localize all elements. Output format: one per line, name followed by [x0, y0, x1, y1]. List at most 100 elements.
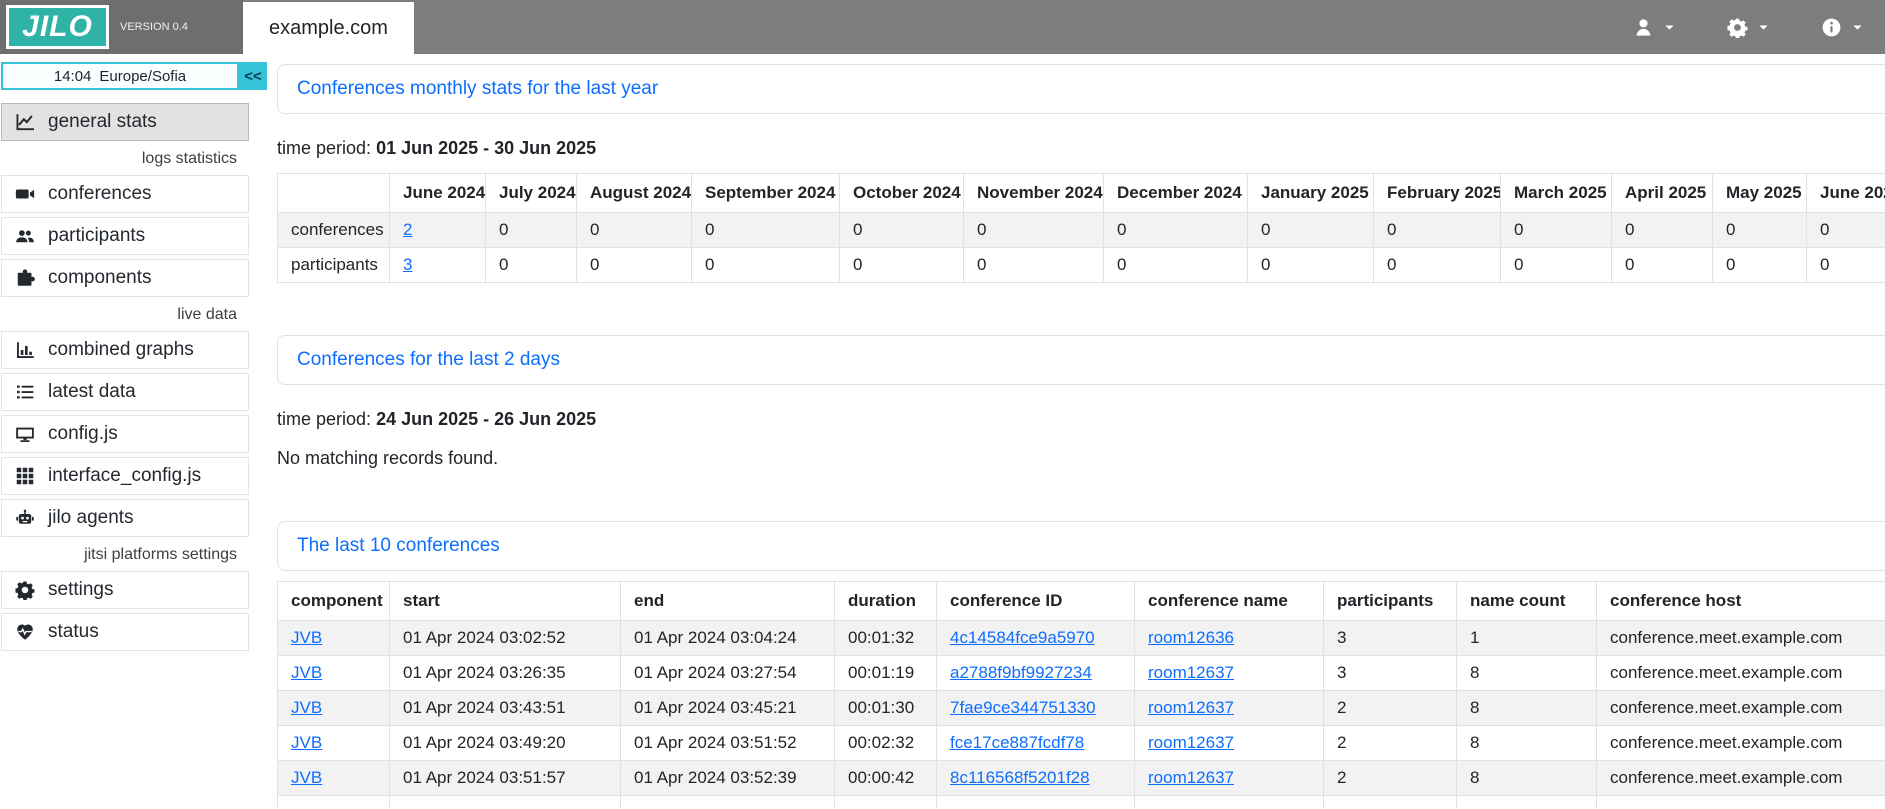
monthly-cell: 0 [1713, 213, 1807, 248]
conference-id-link[interactable]: a2788f9bf9927234 [950, 663, 1092, 682]
last2days-time-period-value: 24 Jun 2025 - 26 Jun 2025 [376, 409, 596, 429]
sidebar-collapse-button[interactable]: << [239, 62, 267, 90]
sidebar-item-label: general stats [48, 111, 157, 133]
conference-id-link[interactable]: fce17ce887fcdf78 [950, 733, 1084, 752]
sidebar-item-participants[interactable]: participants [1, 217, 249, 255]
sidebar: 14:04 Europe/Sofia << general statslogs … [0, 54, 270, 655]
last10-cell [390, 796, 621, 809]
last10-cell: conference.meet.example.com [1597, 621, 1885, 656]
conference-id-link[interactable]: 4c14584fce9a5970 [950, 628, 1095, 647]
sidebar-item-jilo-agents[interactable]: jilo agents [1, 499, 249, 537]
conference-name-link[interactable]: room12637 [1148, 663, 1234, 682]
sidebar-item-settings[interactable]: settings [1, 571, 249, 609]
component-link[interactable]: JVB [291, 663, 322, 682]
last10-cell: 8c116568f5201f28 [937, 761, 1135, 796]
chevron-down-icon [1852, 22, 1863, 33]
last10-cell: 01 Apr 2024 03:51:57 [390, 761, 621, 796]
monthly-row-participants: participants3000000000000 [278, 248, 1885, 283]
last10-cell: 4c14584fce9a5970 [937, 621, 1135, 656]
sidebar-group: conferences participants components [0, 175, 270, 297]
sidebar-item-label: components [48, 267, 152, 289]
monitor-icon [15, 424, 35, 444]
last10-row: JVB01 Apr 2024 03:51:5701 Apr 2024 03:52… [278, 761, 1885, 796]
monthly-cell: 0 [692, 248, 840, 283]
chevron-down-icon [1758, 22, 1769, 33]
last10-cell [1457, 796, 1597, 809]
monthly-cell: 0 [1104, 213, 1248, 248]
monthly-time-period: time period: 01 Jun 2025 - 30 Jun 2025 [277, 138, 1885, 159]
monthly-cell: 0 [1612, 248, 1713, 283]
sidebar-item-label: combined graphs [48, 339, 194, 361]
sidebar-section-label-jitsi-platforms-settings: jitsi platforms settings [0, 541, 249, 571]
conference-id-link[interactable]: 7fae9ce344751330 [950, 698, 1096, 717]
last10-cell: 2 [1324, 691, 1457, 726]
monthly-cell: 0 [577, 248, 692, 283]
monthly-col-header: January 2025 [1248, 174, 1374, 213]
sidebar-item-latest-data[interactable]: latest data [1, 373, 249, 411]
component-link[interactable]: JVB [291, 768, 322, 787]
jilo-logo[interactable]: JILO [6, 5, 109, 49]
last10-cell: conference.meet.example.com [1597, 656, 1885, 691]
monthly-row-label: participants [278, 248, 390, 283]
last10-cell: room12636 [1135, 621, 1324, 656]
last10-cell [1597, 796, 1885, 809]
last10-conferences-table: componentstartenddurationconference IDco… [277, 581, 1885, 809]
monthly-cell: 0 [577, 213, 692, 248]
gear-menu[interactable] [1727, 17, 1769, 38]
monthly-cell: 0 [1713, 248, 1807, 283]
last10-cell: room12637 [1135, 761, 1324, 796]
last10-cell: 00:00:42 [835, 761, 937, 796]
conference-id-link[interactable]: 8c116568f5201f28 [950, 768, 1090, 787]
monthly-time-period-value: 01 Jun 2025 - 30 Jun 2025 [376, 138, 596, 158]
last10-cell: room12637 [1135, 691, 1324, 726]
monthly-col-header: June 2024 [390, 174, 486, 213]
component-link[interactable]: JVB [291, 698, 322, 717]
last10-cell: 00:01:30 [835, 691, 937, 726]
last10-cell: 01 Apr 2024 03:02:52 [390, 621, 621, 656]
monthly-cell: 3 [390, 248, 486, 283]
sidebar-item-components[interactable]: components [1, 259, 249, 297]
version-label: VERSION 0.4 [120, 21, 188, 33]
last10-title: The last 10 conferences [297, 535, 500, 556]
component-link[interactable]: JVB [291, 628, 322, 647]
logo-text: JILO [22, 12, 93, 42]
last10-cell [1324, 796, 1457, 809]
component-link[interactable]: JVB [291, 733, 322, 752]
conference-name-link[interactable]: room12637 [1148, 698, 1234, 717]
monthly-cell: 0 [1374, 248, 1501, 283]
gear-icon [15, 580, 35, 600]
monthly-value-link[interactable]: 3 [403, 255, 412, 274]
sidebar-item-label: status [48, 621, 99, 643]
sidebar-item-config-js[interactable]: config.js [1, 415, 249, 453]
last10-cell: conference.meet.example.com [1597, 761, 1885, 796]
monthly-cell: 0 [486, 213, 577, 248]
last10-cell: room12637 [1135, 656, 1324, 691]
user-menu[interactable] [1633, 17, 1675, 38]
sidebar-item-conferences[interactable]: conferences [1, 175, 249, 213]
conference-name-link[interactable]: room12637 [1148, 768, 1234, 787]
last10-cell: 2 [1324, 761, 1457, 796]
last10-col-header-name-count: name count [1457, 582, 1597, 621]
heart-pulse-icon [15, 622, 35, 642]
sidebar-item-combined-graphs[interactable]: combined graphs [1, 331, 249, 369]
last2days-title: Conferences for the last 2 days [297, 349, 560, 370]
monthly-col-header: February 2025 [1374, 174, 1501, 213]
monthly-value-link[interactable]: 2 [403, 220, 412, 239]
last10-cell: conference.meet.example.com [1597, 691, 1885, 726]
last10-header-row: componentstartenddurationconference IDco… [278, 582, 1885, 621]
sidebar-item-general-stats[interactable]: general stats [1, 103, 249, 141]
monthly-cell: 0 [1501, 213, 1612, 248]
last10-cell: JVB [278, 761, 390, 796]
sidebar-item-status[interactable]: status [1, 613, 249, 651]
platform-tab[interactable]: example.com [243, 2, 414, 54]
last10-cell [621, 796, 835, 809]
monthly-col-header: May 2025 [1713, 174, 1807, 213]
sidebar-group: settings status [0, 571, 270, 651]
monthly-stats-card-header: Conferences monthly stats for the last y… [277, 64, 1885, 114]
last10-cell: 2 [1324, 726, 1457, 761]
sidebar-item-label: jilo agents [48, 507, 134, 529]
info-menu[interactable] [1821, 17, 1863, 38]
conference-name-link[interactable]: room12636 [1148, 628, 1234, 647]
conference-name-link[interactable]: room12637 [1148, 733, 1234, 752]
sidebar-item-interface-config-js[interactable]: interface_config.js [1, 457, 249, 495]
